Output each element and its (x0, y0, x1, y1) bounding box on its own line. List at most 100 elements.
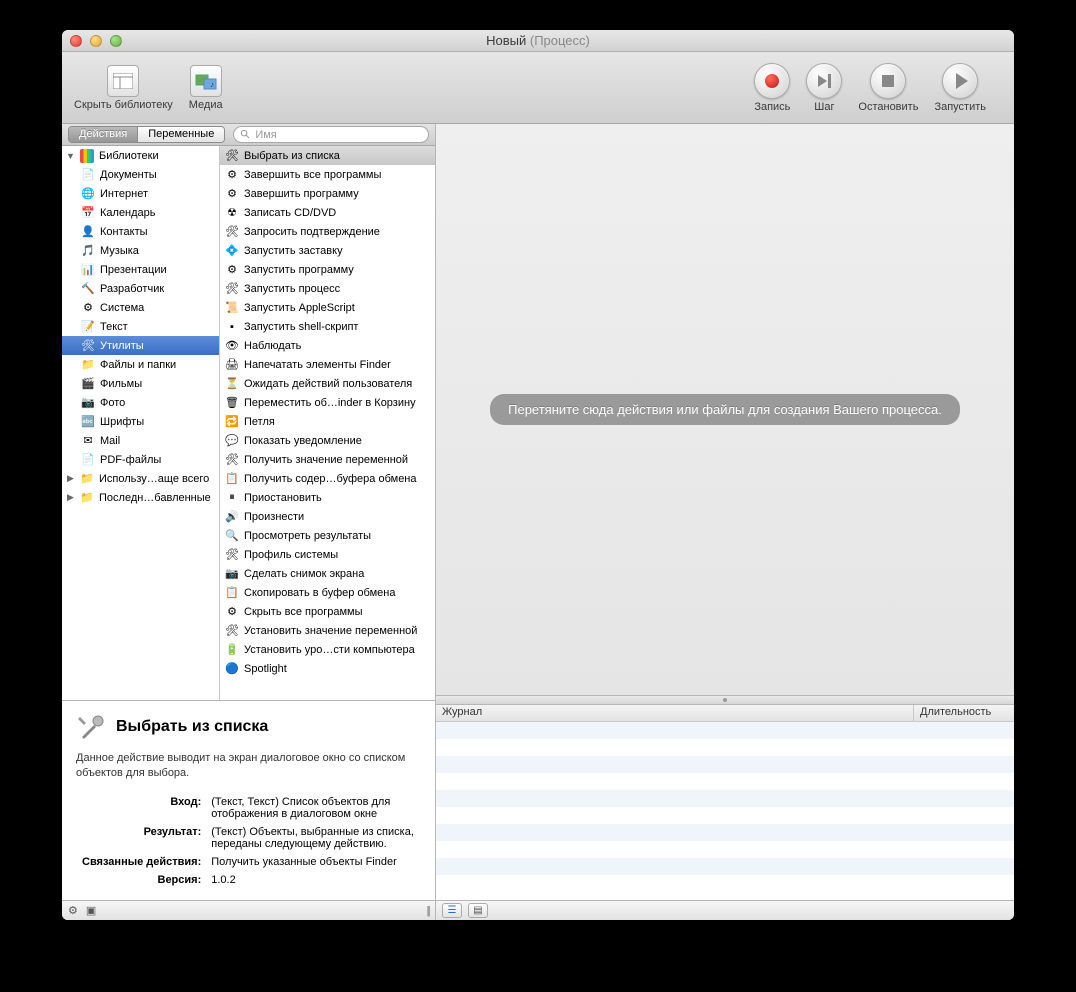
stop-button[interactable]: Остановить (858, 63, 918, 113)
category-item[interactable]: ⚙Система (62, 298, 219, 317)
action-item[interactable]: 🔍Просмотреть результаты (220, 526, 435, 545)
category-item[interactable]: 🔨Разработчик (62, 279, 219, 298)
gear-menu-button[interactable] (68, 904, 78, 917)
category-icon: 🔨 (80, 281, 96, 297)
step-icon (806, 63, 842, 99)
action-item[interactable]: ☢Записать CD/DVD (220, 203, 435, 222)
category-item[interactable]: 📄PDF-файлы (62, 450, 219, 469)
action-icon: 🗑 (224, 395, 240, 411)
record-button[interactable]: Запись (754, 63, 790, 113)
action-item[interactable]: 🔵Spotlight (220, 659, 435, 678)
log-col-duration[interactable]: Длительность (914, 705, 1014, 721)
action-icon: 🛠 (224, 148, 240, 164)
view-list-button[interactable]: ☰ (442, 903, 462, 918)
action-item[interactable]: 🛠Запросить подтверждение (220, 222, 435, 241)
action-item[interactable]: ⚙Запустить программу (220, 260, 435, 279)
toolbar: Скрыть библиотеку ♪ Медиа Запись Шаг Ост… (62, 52, 1014, 124)
details-title: Выбрать из списка (76, 711, 421, 743)
search-input[interactable]: Имя (233, 126, 429, 143)
action-item[interactable]: 📷Сделать снимок экрана (220, 564, 435, 583)
splitter-handle[interactable] (436, 695, 1014, 705)
category-item[interactable]: 📄Документы (62, 165, 219, 184)
step-button[interactable]: Шаг (806, 63, 842, 113)
category-item[interactable]: 🌐Интернет (62, 184, 219, 203)
log-col-journal[interactable]: Журнал (436, 705, 914, 721)
action-item[interactable]: 🛠Установить значение переменной (220, 621, 435, 640)
details-result-label: Результат: (78, 824, 205, 852)
details-input-label: Вход: (78, 794, 205, 822)
view-flow-button[interactable]: ▤ (468, 903, 488, 918)
run-button[interactable]: Запустить (934, 63, 986, 113)
action-item[interactable]: 🛠Выбрать из списка (220, 146, 435, 165)
category-item[interactable]: 📁Файлы и папки (62, 355, 219, 374)
category-icon: 📅 (80, 205, 96, 221)
action-item[interactable]: 🗑Переместить об…inder в Корзину (220, 393, 435, 412)
action-icon: 🖨 (224, 357, 240, 373)
action-item[interactable]: 🔁Петля (220, 412, 435, 431)
details-related-value: Получить указанные объекты Finder (207, 854, 419, 870)
action-item[interactable]: ⏸Приостановить (220, 488, 435, 507)
category-root[interactable]: ▼Библиотеки (62, 146, 219, 165)
action-item[interactable]: ▪Запустить shell-скрипт (220, 317, 435, 336)
action-item[interactable]: 👁Наблюдать (220, 336, 435, 355)
category-item[interactable]: ✉Mail (62, 431, 219, 450)
resize-handle-icon[interactable]: ||| (426, 905, 429, 917)
category-item[interactable]: 👤Контакты (62, 222, 219, 241)
workflow-canvas[interactable]: Перетяните сюда действия или файлы для с… (436, 124, 1014, 695)
panel-toggle-button[interactable]: ▣ (86, 904, 96, 917)
action-icon: ⚙ (224, 186, 240, 202)
app-window: Новый (Процесс) Скрыть библиотеку ♪ Меди… (62, 30, 1014, 920)
category-item[interactable]: 📷Фото (62, 393, 219, 412)
action-item[interactable]: ⏳Ожидать действий пользователя (220, 374, 435, 393)
category-item[interactable]: 📝Текст (62, 317, 219, 336)
category-icon: 📄 (80, 452, 96, 468)
action-item[interactable]: 🔊Произнести (220, 507, 435, 526)
action-icon: 💠 (224, 243, 240, 259)
tab-actions[interactable]: Действия (69, 127, 138, 142)
category-icon: 📁 (80, 357, 96, 373)
category-smart-item[interactable]: ▶📁Использу…аще всего (62, 469, 219, 488)
action-item[interactable]: 🛠Запустить процесс (220, 279, 435, 298)
library-tabs: Действия Переменные (68, 126, 225, 143)
svg-text:♪: ♪ (210, 80, 214, 89)
tab-variables[interactable]: Переменные (138, 127, 224, 142)
action-icon: 🔊 (224, 509, 240, 525)
media-button[interactable]: ♪ Медиа (189, 65, 223, 111)
category-item[interactable]: 📊Презентации (62, 260, 219, 279)
action-icon: ⏳ (224, 376, 240, 392)
action-icon: ⚙ (224, 262, 240, 278)
hide-library-button[interactable]: Скрыть библиотеку (74, 65, 173, 111)
action-list[interactable]: 🛠Выбрать из списка⚙Завершить все програм… (220, 146, 435, 700)
category-icon: 📄 (80, 167, 96, 183)
action-item[interactable]: ⚙Скрыть все программы (220, 602, 435, 621)
category-item[interactable]: 🛠Утилиты (62, 336, 219, 355)
action-icon: ⏸ (224, 490, 240, 506)
category-smart-item[interactable]: ▶📁Последн…бавленные (62, 488, 219, 507)
log-rows (436, 722, 1014, 892)
action-icon: 🔋 (224, 642, 240, 658)
category-icon: 📝 (80, 319, 96, 335)
action-item[interactable]: 📜Запустить AppleScript (220, 298, 435, 317)
action-item[interactable]: 🔋Установить уро…сти компьютера (220, 640, 435, 659)
action-item[interactable]: 🛠Профиль системы (220, 545, 435, 564)
category-item[interactable]: 🎵Музыка (62, 241, 219, 260)
category-list[interactable]: ▼Библиотеки📄Документы🌐Интернет📅Календарь… (62, 146, 220, 700)
action-item[interactable]: 💬Показать уведомление (220, 431, 435, 450)
action-icon: 🛠 (224, 452, 240, 468)
action-item[interactable]: 🛠Получить значение переменной (220, 450, 435, 469)
action-item[interactable]: ⚙Завершить программу (220, 184, 435, 203)
workflow-pane: Перетяните сюда действия или файлы для с… (436, 124, 1014, 920)
category-item[interactable]: 📅Календарь (62, 203, 219, 222)
details-related-label: Связанные действия: (78, 854, 205, 870)
details-version-value: 1.0.2 (207, 872, 419, 888)
action-item[interactable]: 💠Запустить заставку (220, 241, 435, 260)
action-item[interactable]: 📋Получить содер…буфера обмена (220, 469, 435, 488)
action-item[interactable]: 📋Скопировать в буфер обмена (220, 583, 435, 602)
details-input-value: (Текст, Текст) Список объектов для отобр… (207, 794, 419, 822)
category-item[interactable]: 🎬Фильмы (62, 374, 219, 393)
action-item[interactable]: ⚙Завершить все программы (220, 165, 435, 184)
category-item[interactable]: 🔤Шрифты (62, 412, 219, 431)
action-icon: 🛠 (224, 623, 240, 639)
action-item[interactable]: 🖨Напечатать элементы Finder (220, 355, 435, 374)
details-version-label: Версия: (78, 872, 205, 888)
